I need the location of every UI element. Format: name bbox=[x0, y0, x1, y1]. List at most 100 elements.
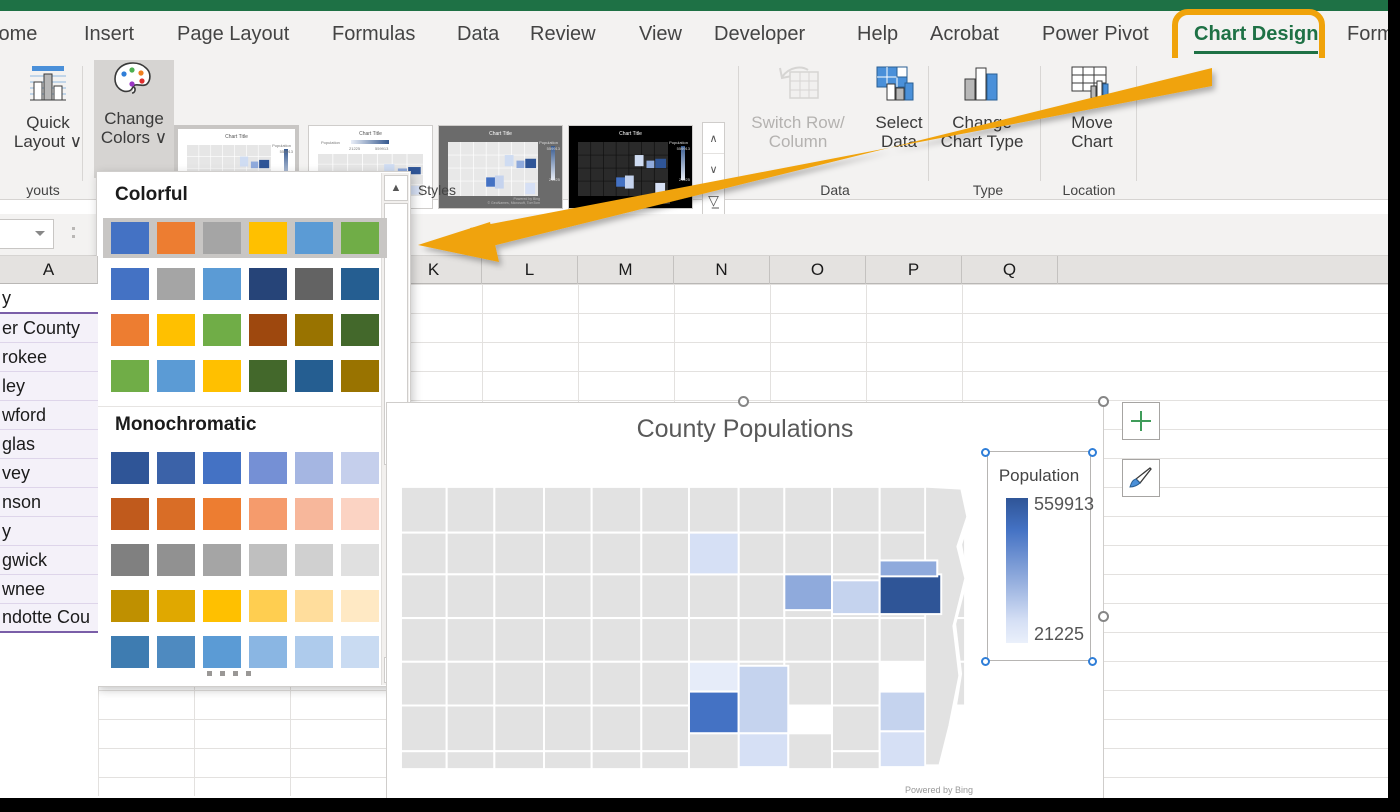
palette-swatch[interactable] bbox=[295, 314, 333, 346]
palette-swatch[interactable] bbox=[111, 452, 149, 484]
mono-palette-lblue[interactable] bbox=[111, 632, 379, 672]
chart-elements-button[interactable] bbox=[1122, 402, 1160, 440]
chevron-down-icon[interactable] bbox=[35, 231, 45, 236]
palette-swatch[interactable] bbox=[341, 452, 379, 484]
palette-swatch[interactable] bbox=[249, 544, 287, 576]
column-header-A[interactable]: A bbox=[0, 256, 98, 284]
table-row[interactable]: vey bbox=[0, 459, 98, 488]
gallery-scroll-down-button[interactable]: ∨ bbox=[703, 154, 724, 185]
palette-swatch[interactable] bbox=[111, 498, 149, 530]
colorful-palette-3[interactable] bbox=[111, 310, 379, 350]
table-row[interactable]: er County bbox=[0, 314, 98, 343]
palette-swatch[interactable] bbox=[341, 636, 379, 668]
palette-swatch[interactable] bbox=[341, 590, 379, 622]
palette-swatch[interactable] bbox=[203, 452, 241, 484]
palette-swatch[interactable] bbox=[295, 590, 333, 622]
ribbon-tab-formulas[interactable]: Formulas bbox=[330, 11, 417, 58]
table-row[interactable]: rokee bbox=[0, 343, 98, 372]
palette-swatch[interactable] bbox=[157, 498, 195, 530]
palette-swatch[interactable] bbox=[295, 498, 333, 530]
kansas-county-map[interactable] bbox=[399, 475, 975, 783]
chart-handle-top[interactable] bbox=[738, 396, 749, 407]
palette-swatch[interactable] bbox=[157, 268, 195, 300]
palette-swatch[interactable] bbox=[341, 222, 379, 254]
column-header-P[interactable]: P bbox=[866, 256, 962, 284]
palette-swatch[interactable] bbox=[203, 314, 241, 346]
colorful-palette-4[interactable] bbox=[111, 356, 379, 396]
gallery-more-button[interactable]: ▽̲ bbox=[703, 185, 724, 216]
legend-handle-br[interactable] bbox=[1088, 657, 1097, 666]
change-chart-type-button[interactable]: Change Chart Type bbox=[934, 64, 1030, 151]
palette-swatch[interactable] bbox=[295, 452, 333, 484]
table-row[interactable]: glas bbox=[0, 430, 98, 459]
chart-legend[interactable]: Population 559913 21225 bbox=[987, 451, 1094, 661]
ribbon-tab-data[interactable]: Data bbox=[455, 11, 501, 58]
palette-swatch[interactable] bbox=[249, 636, 287, 668]
palette-swatch[interactable] bbox=[295, 544, 333, 576]
palette-swatch[interactable] bbox=[157, 636, 195, 668]
palette-swatch[interactable] bbox=[249, 222, 287, 254]
palette-swatch[interactable] bbox=[157, 222, 195, 254]
chart-title[interactable]: County Populations bbox=[387, 415, 1103, 444]
table-row[interactable]: gwick bbox=[0, 546, 98, 575]
column-header-Q[interactable]: Q bbox=[962, 256, 1058, 284]
palette-swatch[interactable] bbox=[111, 222, 149, 254]
mono-palette-gray[interactable] bbox=[111, 540, 379, 580]
palette-swatch[interactable] bbox=[203, 268, 241, 300]
colorful-palette-2[interactable] bbox=[111, 264, 379, 304]
table-header-cell[interactable]: y bbox=[0, 285, 98, 314]
palette-swatch[interactable] bbox=[203, 590, 241, 622]
legend-handle-tr[interactable] bbox=[1088, 448, 1097, 457]
gallery-scroll-buttons[interactable]: ∧ ∨ ▽̲ bbox=[702, 122, 725, 216]
ribbon-tab-developer[interactable]: Developer bbox=[712, 11, 807, 58]
column-header-O[interactable]: O bbox=[770, 256, 866, 284]
palette-swatch[interactable] bbox=[203, 360, 241, 392]
palette-swatch[interactable] bbox=[157, 544, 195, 576]
name-box[interactable] bbox=[0, 219, 54, 249]
palette-swatch[interactable] bbox=[111, 590, 149, 622]
palette-swatch[interactable] bbox=[249, 590, 287, 622]
chart-styles-button[interactable] bbox=[1122, 459, 1160, 497]
palette-swatch[interactable] bbox=[111, 268, 149, 300]
palette-swatch[interactable] bbox=[295, 360, 333, 392]
palette-swatch[interactable] bbox=[295, 222, 333, 254]
palette-swatch[interactable] bbox=[249, 268, 287, 300]
table-row[interactable]: nson bbox=[0, 488, 98, 517]
map-plot-area[interactable] bbox=[399, 475, 975, 783]
chart-style-thumbnail-4[interactable]: Chart Title Population 559913 21225 Powered … bbox=[568, 125, 693, 209]
table-row[interactable]: ndotte Cou bbox=[0, 604, 98, 633]
table-row[interactable]: wnee bbox=[0, 575, 98, 604]
palette-swatch[interactable] bbox=[111, 360, 149, 392]
palette-swatch[interactable] bbox=[341, 544, 379, 576]
ribbon-tab-page-layout[interactable]: Page Layout bbox=[175, 11, 291, 58]
legend-handle-bl[interactable] bbox=[981, 657, 990, 666]
column-header-N[interactable]: N bbox=[674, 256, 770, 284]
ribbon-tab-insert[interactable]: Insert bbox=[82, 11, 136, 58]
chart-handle-topright[interactable] bbox=[1098, 396, 1109, 407]
map-chart-object[interactable]: County Populations Powered by Bing Popul… bbox=[386, 402, 1104, 800]
table-row[interactable]: wford bbox=[0, 401, 98, 430]
palette-swatch[interactable] bbox=[249, 452, 287, 484]
select-data-button[interactable]: Select Data bbox=[851, 64, 947, 151]
palette-swatch[interactable] bbox=[203, 544, 241, 576]
column-header-L[interactable]: L bbox=[482, 256, 578, 284]
column-header-M[interactable]: M bbox=[578, 256, 674, 284]
palette-swatch[interactable] bbox=[341, 360, 379, 392]
mono-palette-blue[interactable] bbox=[111, 448, 379, 488]
palette-swatch[interactable] bbox=[249, 498, 287, 530]
palette-swatch[interactable] bbox=[203, 498, 241, 530]
palette-swatch[interactable] bbox=[203, 636, 241, 668]
dropdown-scroll-up-button[interactable]: ▲ bbox=[384, 175, 408, 201]
palette-swatch[interactable] bbox=[249, 314, 287, 346]
ribbon-tab-chart-design[interactable]: Chart Design bbox=[1192, 11, 1320, 58]
quick-layout-button[interactable]: Quick Layout ∨ bbox=[0, 64, 96, 151]
legend-handle-tl[interactable] bbox=[981, 448, 990, 457]
colorful-palette-1[interactable] bbox=[103, 218, 387, 258]
move-chart-button[interactable]: Move Chart bbox=[1044, 64, 1140, 151]
palette-swatch[interactable] bbox=[157, 452, 195, 484]
ribbon-tab-power-pivot[interactable]: Power Pivot bbox=[1040, 11, 1151, 58]
mono-palette-gold[interactable] bbox=[111, 586, 379, 626]
palette-swatch[interactable] bbox=[295, 268, 333, 300]
palette-swatch[interactable] bbox=[341, 498, 379, 530]
ribbon-tab-help[interactable]: Help bbox=[855, 11, 900, 58]
